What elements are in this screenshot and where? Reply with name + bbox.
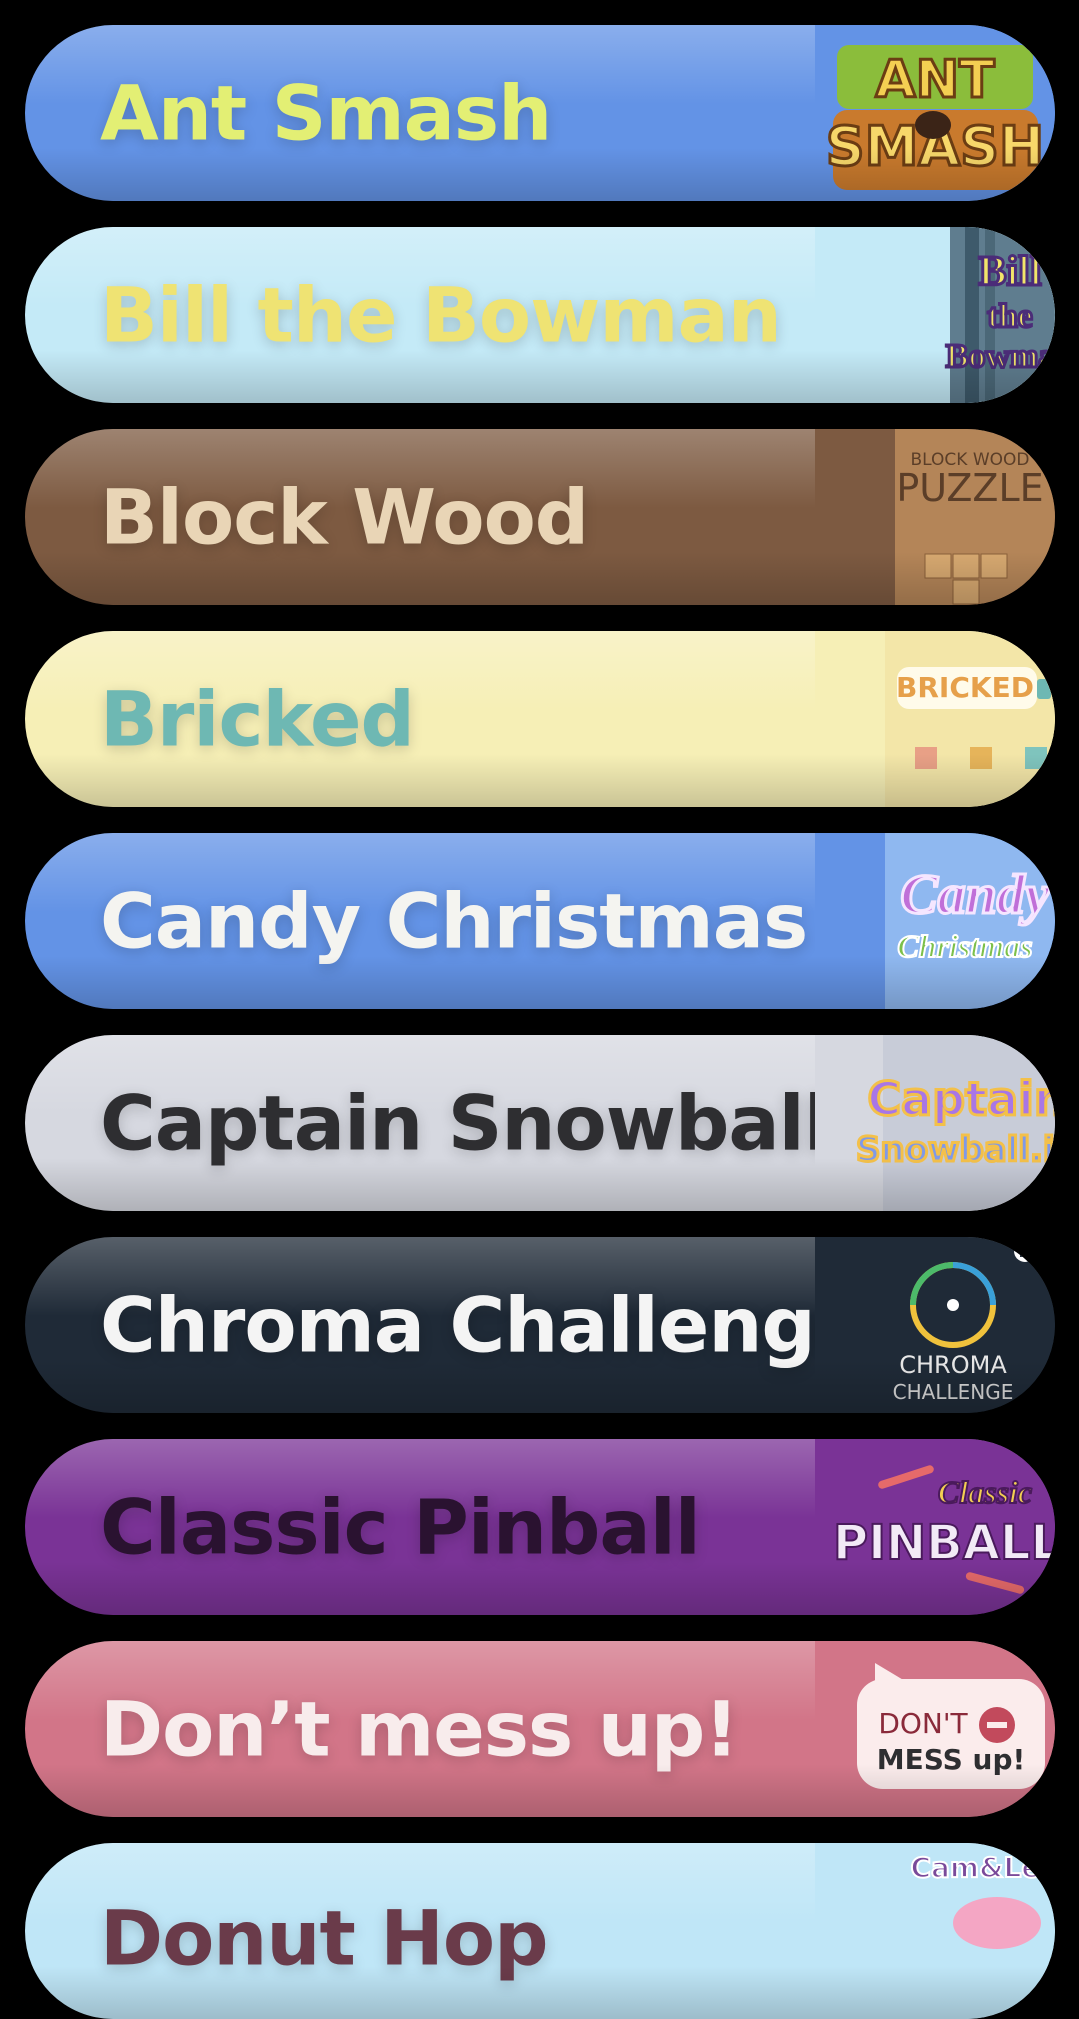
game-card-block-wood[interactable]: Block Wood BLOCK WOOD PUZZLE (25, 429, 1055, 605)
art-line-2: the (987, 298, 1032, 335)
game-thumbnail-bill-the-bowman: Bill the Bowman (815, 227, 1055, 403)
art-line-2: PINBALL (833, 1515, 1055, 1571)
game-card-dont-mess-up[interactable]: Don’t mess up! DON'T MESS up! (25, 1641, 1055, 1817)
game-card-candy-christmas[interactable]: Candy Christmas Candy Christmas (25, 833, 1055, 1009)
game-card-chroma-challenge[interactable]: Chroma Challenge CHROMA CHALLENGE (25, 1237, 1055, 1413)
art-line-2: MESS up! (877, 1743, 1026, 1776)
game-title: Chroma Challenge (100, 1280, 866, 1370)
game-title: Ant Smash (100, 68, 552, 158)
game-title: Donut Hop (100, 1893, 549, 1983)
art-line-1: Classic (938, 1474, 1032, 1510)
game-thumbnail-dont-mess-up: DON'T MESS up! (815, 1641, 1055, 1817)
game-card-classic-pinball[interactable]: Classic Pinball Classic PINBALL (25, 1439, 1055, 1615)
game-title: Don’t mess up! (100, 1684, 739, 1774)
art-line-3: Bowman (946, 338, 1055, 375)
art-line-1: DON'T (878, 1707, 968, 1740)
game-card-bricked[interactable]: Bricked BRICKED (25, 631, 1055, 807)
game-title: Captain Snowball (100, 1078, 830, 1168)
game-title: Block Wood (100, 472, 589, 562)
game-card-bill-the-bowman[interactable]: Bill the Bowman Bill the Bowman (25, 227, 1055, 403)
art-line-1: Candy (900, 864, 1050, 926)
game-title: Classic Pinball (100, 1482, 701, 1572)
art-line-2: Christmas (897, 928, 1032, 964)
game-card-captain-snowball[interactable]: Captain Snowball Captain Snowball.io (25, 1035, 1055, 1211)
game-title: Bricked (100, 674, 415, 764)
game-thumbnail-donut-hop: Cam&Leon (815, 1843, 1055, 2019)
art-line-2: CHALLENGE (893, 1380, 1014, 1404)
art-line-1: Cam&Leon (910, 1851, 1055, 1884)
game-thumbnail-ant-smash: ANT SMASH (815, 25, 1055, 201)
game-thumbnail-block-wood: BLOCK WOOD PUZZLE (815, 429, 1055, 605)
art-line-1: Captain (867, 1072, 1055, 1126)
game-title: Candy Christmas (100, 876, 808, 966)
game-card-ant-smash[interactable]: Ant Smash ANT SMASH (25, 25, 1055, 201)
art-line-1: BRICKED (896, 671, 1034, 704)
game-card-donut-hop[interactable]: Donut Hop Cam&Leon (25, 1843, 1055, 2019)
game-thumbnail-classic-pinball: Classic PINBALL (815, 1439, 1055, 1615)
game-title: Bill the Bowman (100, 270, 782, 360)
art-line-2: Snowball.io (856, 1130, 1055, 1170)
art-line-1: Bill (978, 249, 1041, 295)
art-line-1: CHROMA (899, 1351, 1007, 1379)
game-thumbnail-captain-snowball: Captain Snowball.io (815, 1035, 1055, 1211)
art-line-2: PUZZLE (896, 466, 1043, 510)
game-thumbnail-candy-christmas: Candy Christmas (815, 833, 1055, 1009)
art-line-1: ANT (875, 50, 995, 110)
game-thumbnail-bricked: BRICKED (815, 631, 1055, 807)
game-thumbnail-chroma-challenge: CHROMA CHALLENGE (815, 1237, 1055, 1413)
games-list: Ant Smash ANT SMASH Bill the Bowman Bill… (0, 0, 1079, 2019)
